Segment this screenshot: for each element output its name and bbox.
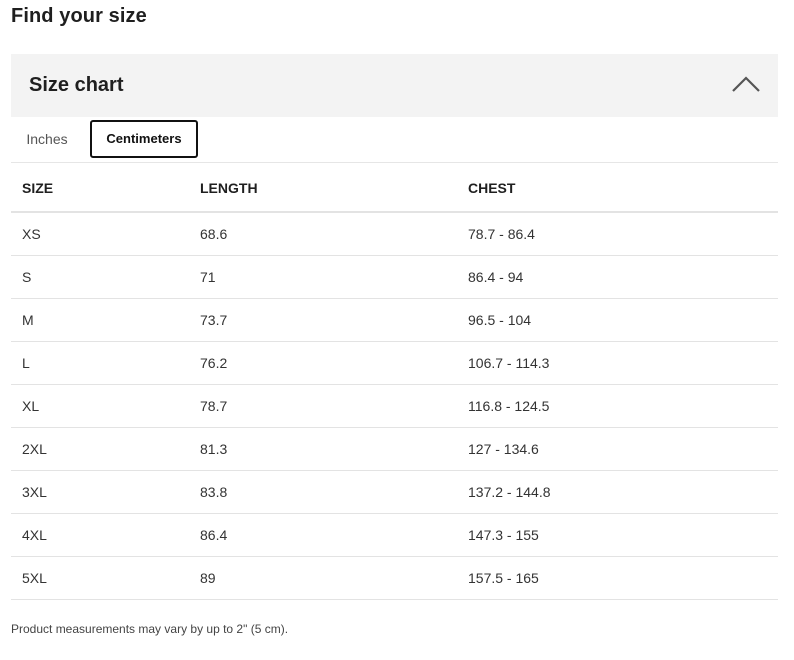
length-cell: 86.4 [200, 513, 468, 557]
size-chart-accordion-header[interactable]: Size chart [11, 54, 778, 117]
tab-centimeters[interactable]: Centimeters [90, 120, 198, 158]
length-cell: 68.6 [200, 212, 468, 256]
table-header-row: SIZE LENGTH CHEST [11, 165, 778, 213]
size-cell: M [11, 298, 200, 342]
size-cell: 4XL [11, 513, 200, 557]
accordion-title: Size chart [29, 74, 124, 96]
chest-cell: 116.8 - 124.5 [468, 384, 778, 428]
length-cell: 76.2 [200, 341, 468, 385]
chest-cell: 137.2 - 144.8 [468, 470, 778, 514]
length-cell: 73.7 [200, 298, 468, 342]
chest-cell: 147.3 - 155 [468, 513, 778, 557]
table-row: 4XL 86.4 147.3 - 155 [11, 513, 778, 557]
table-row: XL 78.7 116.8 - 124.5 [11, 384, 778, 428]
column-header-size: SIZE [11, 165, 200, 213]
chest-cell: 86.4 - 94 [468, 255, 778, 299]
chest-cell: 127 - 134.6 [468, 427, 778, 471]
table-row: XS 68.6 78.7 - 86.4 [11, 212, 778, 256]
measurement-footnote: Product measurements may vary by up to 2… [11, 622, 289, 636]
length-cell: 89 [200, 556, 468, 600]
length-cell: 78.7 [200, 384, 468, 428]
length-cell: 71 [200, 255, 468, 299]
size-cell: 5XL [11, 556, 200, 600]
tab-inches[interactable]: Inches [17, 120, 77, 158]
table-row: 3XL 83.8 137.2 - 144.8 [11, 470, 778, 514]
size-cell: 3XL [11, 470, 200, 514]
column-header-chest: CHEST [468, 165, 778, 213]
table-row: M 73.7 96.5 - 104 [11, 298, 778, 342]
size-cell: XS [11, 212, 200, 256]
table-row: S 71 86.4 - 94 [11, 255, 778, 299]
chevron-up-icon[interactable] [730, 74, 762, 94]
table-row: 5XL 89 157.5 - 165 [11, 556, 778, 600]
size-cell: S [11, 255, 200, 299]
chest-cell: 157.5 - 165 [468, 556, 778, 600]
size-cell: XL [11, 384, 200, 428]
page-title: Find your size [11, 5, 147, 27]
size-cell: 2XL [11, 427, 200, 471]
table-row: 2XL 81.3 127 - 134.6 [11, 427, 778, 471]
chest-cell: 78.7 - 86.4 [468, 212, 778, 256]
chest-cell: 96.5 - 104 [468, 298, 778, 342]
size-cell: L [11, 341, 200, 385]
size-table: SIZE LENGTH CHEST XS 68.6 78.7 - 86.4 S … [11, 165, 778, 600]
column-header-length: LENGTH [200, 165, 468, 213]
length-cell: 83.8 [200, 470, 468, 514]
length-cell: 81.3 [200, 427, 468, 471]
unit-tabs: Inches Centimeters [11, 118, 778, 163]
chest-cell: 106.7 - 114.3 [468, 341, 778, 385]
table-row: L 76.2 106.7 - 114.3 [11, 341, 778, 385]
